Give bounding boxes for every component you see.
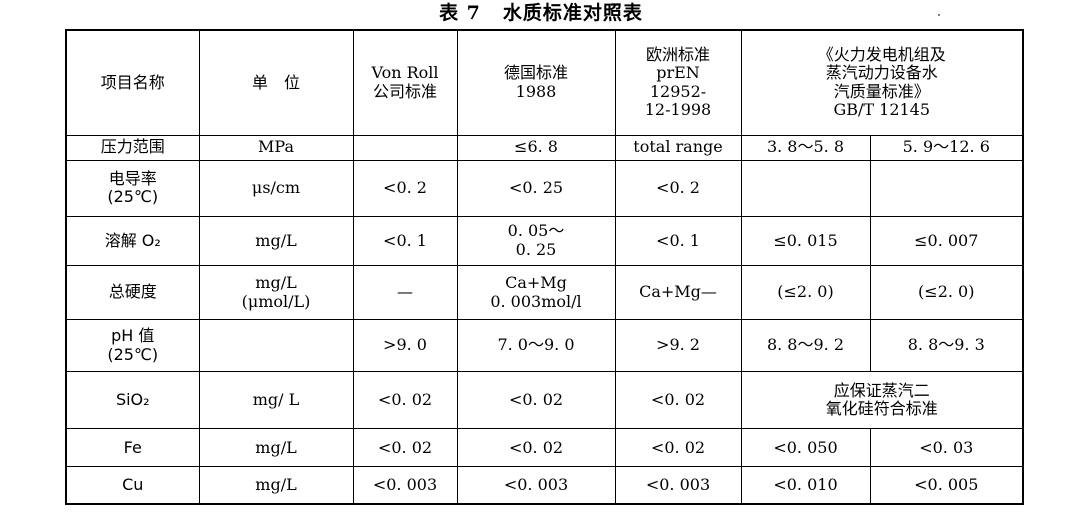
cell-unit: mg/L — [198, 466, 354, 505]
caption-number: 表 7 — [439, 2, 481, 24]
cell-unit: mg/ L — [198, 371, 354, 430]
cell-gb2: <0. 005 — [869, 466, 1024, 505]
cell-gb1: ≤0. 015 — [740, 215, 871, 266]
cell-vonroll: — — [352, 264, 458, 321]
header-vonroll: Von Roll 公司标准 — [352, 29, 458, 136]
table-caption: 表 7 水质标准对照表 — [0, 0, 1082, 26]
cell-unit: μs/cm — [198, 159, 354, 217]
header-german: 德国标准 1988 — [456, 29, 616, 136]
header-gb: 《火力发电机组及 蒸汽动力设备水 汽质量标准》 GB/T 12145 — [740, 29, 1024, 136]
table-row: SiO₂ mg/ L <0. 02 <0. 02 <0. 02 应保证蒸汽二 氧化硅符合标准 — [65, 371, 1024, 430]
header-unit: 单 位 — [198, 29, 354, 136]
cell-europe: >9. 2 — [614, 319, 742, 373]
cell-name: SiO₂ — [65, 371, 200, 430]
cell-vonroll: >9. 0 — [352, 319, 458, 373]
header-item-name: 项目名称 — [65, 29, 200, 136]
header-europe: 欧洲标准 prEN 12952- 12-1998 — [614, 29, 742, 136]
cell-gb2: <0. 03 — [869, 428, 1024, 468]
cell-german: <0. 003 — [456, 466, 616, 505]
cell-gb1: 8. 8～9. 2 — [740, 319, 871, 373]
cell-name: 溶解 O₂ — [65, 215, 200, 266]
cell-gb2: 8. 8～9. 3 — [869, 319, 1024, 373]
cell-name: Fe — [65, 428, 200, 468]
cell-vonroll: <0. 1 — [352, 215, 458, 266]
cell-gb1 — [740, 159, 871, 217]
cell-europe: <0. 02 — [614, 428, 742, 468]
cell-name: 压力范围 — [65, 134, 200, 161]
cell-unit: MPa — [198, 134, 354, 161]
cell-unit: mg/L — [198, 428, 354, 468]
cell-name: pH 值 (25℃) — [65, 319, 200, 373]
cell-gb1: <0. 010 — [740, 466, 871, 505]
scan-speck — [938, 14, 940, 16]
table-row: 压力范围 MPa ≤6. 8 total range 3. 8～5. 8 5. 9～12.… — [65, 134, 1024, 161]
cell-german: 0. 05～ 0. 25 — [456, 215, 616, 266]
cell-europe: <0. 003 — [614, 466, 742, 505]
cell-europe: <0. 02 — [614, 371, 742, 430]
cell-europe: <0. 1 — [614, 215, 742, 266]
caption-text: 水质标准对照表 — [502, 2, 643, 24]
cell-vonroll: <0. 2 — [352, 159, 458, 217]
cell-german: 7. 0～9. 0 — [456, 319, 616, 373]
cell-vonroll — [352, 134, 458, 161]
cell-unit: mg/L (μmol/L) — [198, 264, 354, 321]
cell-europe: Ca+Mg— — [614, 264, 742, 321]
table-row: 总硬度 mg/L (μmol/L) — Ca+Mg 0. 003mol/l Ca+Mg— (≤… — [65, 264, 1024, 321]
cell-unit: mg/L — [198, 215, 354, 266]
cell-german: <0. 02 — [456, 428, 616, 468]
water-quality-table: 项目名称 单 位 Von Roll 公司标准 德国标准 1988 欧洲标准 prEN … — [65, 29, 1025, 505]
cell-gb1: <0. 050 — [740, 428, 871, 468]
cell-german: ≤6. 8 — [456, 134, 616, 161]
cell-german: <0. 25 — [456, 159, 616, 217]
cell-unit — [198, 319, 354, 373]
cell-vonroll: <0. 02 — [352, 428, 458, 468]
cell-german: <0. 02 — [456, 371, 616, 430]
cell-name: Cu — [65, 466, 200, 505]
cell-vonroll: <0. 02 — [352, 371, 458, 430]
cell-gb_merged: 应保证蒸汽二 氧化硅符合标准 — [740, 371, 1024, 430]
table-row: 溶解 O₂ mg/L <0. 1 0. 05～ 0. 25 <0. 1 ≤0. 015 ≤0.… — [65, 215, 1024, 266]
table-row: Cu mg/L <0. 003 <0. 003 <0. 003 <0. 010 <0. 00… — [65, 466, 1024, 505]
cell-europe: <0. 2 — [614, 159, 742, 217]
cell-name: 总硬度 — [65, 264, 200, 321]
cell-gb2: ≤0. 007 — [869, 215, 1024, 266]
header-row: 项目名称 单 位 Von Roll 公司标准 德国标准 1988 欧洲标准 prEN … — [65, 29, 1024, 136]
cell-europe: total range — [614, 134, 742, 161]
cell-vonroll: <0. 003 — [352, 466, 458, 505]
cell-gb1: (≤2. 0) — [740, 264, 871, 321]
table-row: Fe mg/L <0. 02 <0. 02 <0. 02 <0. 050 <0. 03 — [65, 428, 1024, 468]
table-row: 电导率 (25℃) μs/cm <0. 2 <0. 25 <0. 2 — [65, 159, 1024, 217]
table-row: pH 值 (25℃) >9. 0 7. 0～9. 0 >9. 2 8. 8～9. 2 8. … — [65, 319, 1024, 373]
cell-gb1: 3. 8～5. 8 — [740, 134, 871, 161]
cell-gb2: (≤2. 0) — [869, 264, 1024, 321]
cell-gb2 — [869, 159, 1024, 217]
cell-gb2: 5. 9～12. 6 — [869, 134, 1024, 161]
cell-name: 电导率 (25℃) — [65, 159, 200, 217]
cell-german: Ca+Mg 0. 003mol/l — [456, 264, 616, 321]
